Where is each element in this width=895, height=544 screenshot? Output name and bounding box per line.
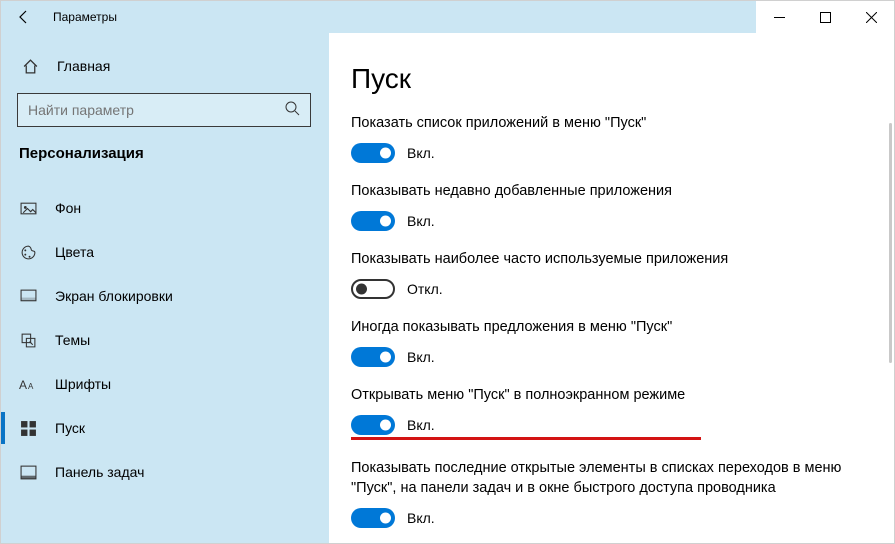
toggle-state: Вкл.: [407, 213, 435, 229]
setting-label: Показывать наиболее часто используемые п…: [351, 249, 851, 269]
sidebar-item-start[interactable]: Пуск: [1, 406, 329, 450]
settings-window: Параметры Главная: [0, 0, 895, 544]
setting-jumplists: Показывать последние открытые элементы в…: [351, 458, 851, 528]
close-button[interactable]: [848, 1, 894, 33]
home-row[interactable]: Главная: [1, 45, 329, 87]
toggle-recently-added[interactable]: [351, 211, 395, 231]
home-icon: [21, 57, 39, 75]
sidebar-item-colors[interactable]: Цвета: [1, 230, 329, 274]
sidebar-item-background[interactable]: Фон: [1, 186, 329, 230]
setting-fullscreen-start: Открывать меню "Пуск" в полноэкранном ре…: [351, 385, 851, 440]
toggle-state: Вкл.: [407, 349, 435, 365]
fonts-icon: AA: [19, 375, 37, 393]
toggle-state: Вкл.: [407, 510, 435, 526]
nav-label: Фон: [55, 200, 81, 216]
setting-label: Показывать недавно добавленные приложени…: [351, 181, 851, 201]
toggle-most-used[interactable]: [351, 279, 395, 299]
search-icon: [284, 100, 300, 121]
page-heading: Пуск: [351, 63, 872, 95]
nav-label: Цвета: [55, 244, 94, 260]
nav-label: Пуск: [55, 420, 85, 436]
setting-label: Иногда показывать предложения в меню "Пу…: [351, 317, 851, 337]
nav-label: Панель задач: [55, 464, 144, 480]
setting-app-list: Показать список приложений в меню "Пуск"…: [351, 113, 851, 163]
search-box[interactable]: [17, 93, 311, 127]
home-label: Главная: [57, 58, 110, 74]
toggle-suggestions[interactable]: [351, 347, 395, 367]
window-title: Параметры: [53, 10, 117, 24]
scrollbar[interactable]: [889, 123, 892, 363]
sidebar: Главная Персонализация Фон: [1, 33, 329, 543]
search-input[interactable]: [28, 102, 284, 118]
setting-label: Открывать меню "Пуск" в полноэкранном ре…: [351, 385, 851, 405]
start-icon: [19, 419, 37, 437]
body: Главная Персонализация Фон: [1, 33, 894, 543]
sidebar-item-themes[interactable]: Темы: [1, 318, 329, 362]
toggle-state: Вкл.: [407, 417, 435, 433]
svg-text:A: A: [19, 378, 27, 392]
picture-icon: [19, 199, 37, 217]
nav-label: Темы: [55, 332, 90, 348]
lockscreen-icon: [19, 287, 37, 305]
setting-suggestions: Иногда показывать предложения в меню "Пу…: [351, 317, 851, 367]
titlebar: Параметры: [1, 1, 894, 33]
svg-text:A: A: [28, 382, 34, 391]
setting-most-used: Показывать наиболее часто используемые п…: [351, 249, 851, 299]
sidebar-item-lockscreen[interactable]: Экран блокировки: [1, 274, 329, 318]
themes-icon: [19, 331, 37, 349]
window-controls: [756, 1, 894, 33]
toggle-jumplists[interactable]: [351, 508, 395, 528]
nav-list: Фон Цвета Экран блокировки: [1, 186, 329, 494]
annotation-redline: [351, 437, 701, 440]
setting-recently-added: Показывать недавно добавленные приложени…: [351, 181, 851, 231]
toggle-fullscreen-start[interactable]: [351, 415, 395, 435]
setting-label: Показать список приложений в меню "Пуск": [351, 113, 851, 133]
section-header: Персонализация: [1, 139, 329, 176]
sidebar-item-fonts[interactable]: AA Шрифты: [1, 362, 329, 406]
nav-label: Шрифты: [55, 376, 111, 392]
toggle-state: Вкл.: [407, 145, 435, 161]
palette-icon: [19, 243, 37, 261]
setting-label: Показывать последние открытые элементы в…: [351, 458, 851, 498]
content-area: Пуск Показать список приложений в меню "…: [329, 33, 894, 543]
maximize-button[interactable]: [802, 1, 848, 33]
sidebar-item-taskbar[interactable]: Панель задач: [1, 450, 329, 494]
minimize-button[interactable]: [756, 1, 802, 33]
taskbar-icon: [19, 463, 37, 481]
toggle-state: Откл.: [407, 281, 443, 297]
nav-label: Экран блокировки: [55, 288, 173, 304]
toggle-app-list[interactable]: [351, 143, 395, 163]
back-button[interactable]: [1, 1, 47, 33]
